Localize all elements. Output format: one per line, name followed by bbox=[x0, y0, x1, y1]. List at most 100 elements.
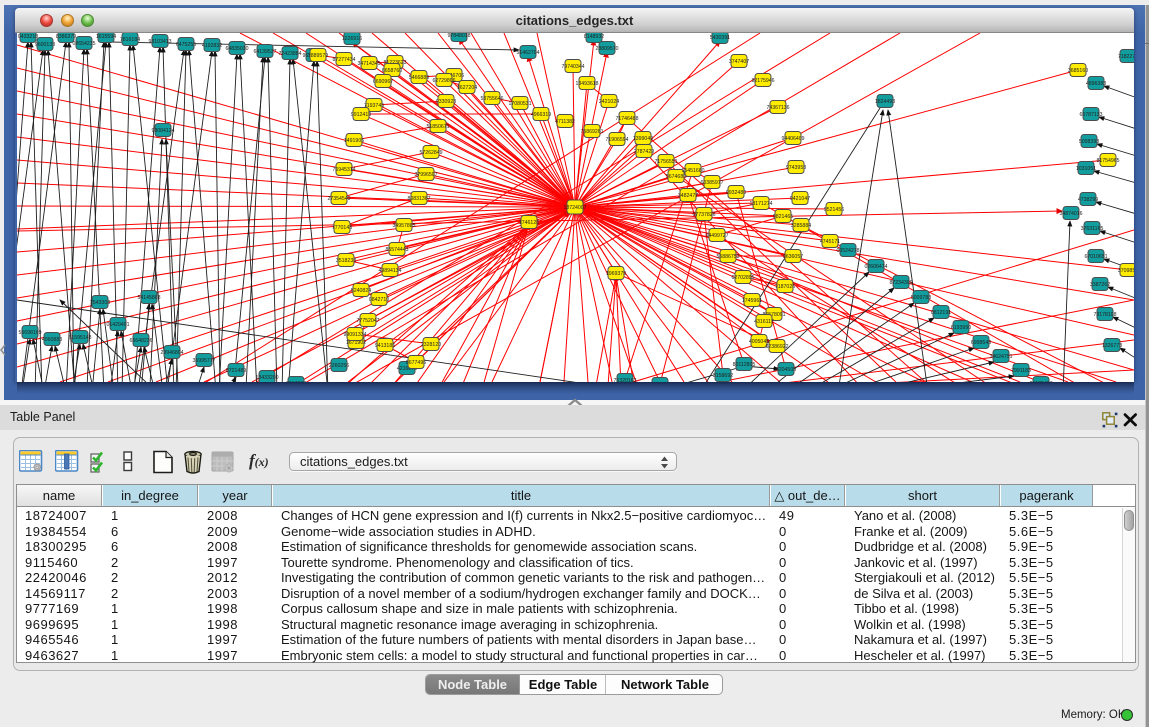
svg-text:98084124: 98084124 bbox=[151, 128, 174, 134]
svg-text:64139537: 64139537 bbox=[253, 49, 276, 55]
svg-text:34714345: 34714345 bbox=[357, 61, 380, 67]
svg-text:6204505: 6204505 bbox=[776, 367, 796, 373]
svg-text:7182278: 7182278 bbox=[1118, 54, 1134, 60]
svg-text:54145868: 54145868 bbox=[137, 295, 160, 301]
svg-text:17080531: 17080531 bbox=[508, 101, 531, 107]
svg-text:62386922: 62386922 bbox=[765, 344, 788, 350]
svg-text:37996507: 37996507 bbox=[414, 172, 437, 178]
svg-text:29946804: 29946804 bbox=[160, 350, 183, 356]
svg-text:04499727: 04499727 bbox=[705, 233, 728, 239]
svg-text:1746120: 1746120 bbox=[519, 220, 539, 226]
svg-text:3747407: 3747407 bbox=[729, 59, 749, 65]
svg-text:34874016: 34874016 bbox=[1059, 211, 1082, 217]
svg-text:2260256: 2260256 bbox=[329, 363, 349, 369]
svg-text:3158692: 3158692 bbox=[713, 373, 733, 379]
svg-text:15451680: 15451680 bbox=[681, 168, 704, 174]
svg-text:51850671: 51850671 bbox=[426, 124, 449, 130]
svg-text:94406409: 94406409 bbox=[781, 136, 804, 142]
svg-text:8721489: 8721489 bbox=[226, 368, 246, 374]
svg-text:75869261: 75869261 bbox=[580, 129, 603, 135]
svg-text:3285884: 3285884 bbox=[791, 223, 811, 229]
svg-text:1491905: 1491905 bbox=[344, 138, 364, 144]
svg-text:62702895: 62702895 bbox=[731, 275, 754, 281]
svg-text:81754965: 81754965 bbox=[1096, 158, 1119, 164]
svg-text:0812191: 0812191 bbox=[931, 310, 951, 316]
svg-text:55698169: 55698169 bbox=[18, 330, 41, 336]
svg-text:64835030: 64835030 bbox=[225, 46, 248, 52]
svg-text:7889579: 7889579 bbox=[308, 53, 328, 59]
svg-text:7991183: 7991183 bbox=[1011, 368, 1031, 374]
svg-text:8386379: 8386379 bbox=[56, 34, 76, 40]
svg-text:80831367: 80831367 bbox=[407, 196, 430, 202]
svg-text:74367136: 74367136 bbox=[766, 105, 789, 111]
svg-text:6690967: 6690967 bbox=[373, 79, 393, 85]
svg-text:34624751: 34624751 bbox=[989, 354, 1012, 360]
svg-text:2328120: 2328120 bbox=[421, 342, 441, 348]
svg-text:02654235: 02654235 bbox=[72, 41, 95, 47]
svg-text:18724007: 18724007 bbox=[563, 205, 586, 211]
svg-text:76945314: 76945314 bbox=[332, 167, 355, 173]
svg-text:6475255: 6475255 bbox=[176, 42, 196, 48]
svg-text:5098393: 5098393 bbox=[1079, 139, 1099, 145]
svg-text:93103413: 93103413 bbox=[148, 39, 171, 45]
svg-text:3482477: 3482477 bbox=[678, 193, 698, 199]
svg-text:71746488: 71746488 bbox=[615, 116, 638, 122]
svg-text:9743953: 9743953 bbox=[786, 165, 806, 171]
svg-text:80112805: 80112805 bbox=[733, 362, 756, 368]
svg-text:1627204: 1627204 bbox=[457, 85, 477, 91]
svg-text:36995777: 36995777 bbox=[192, 358, 215, 364]
svg-text:0842710: 0842710 bbox=[369, 297, 389, 303]
svg-text:79740344: 79740344 bbox=[561, 64, 584, 70]
svg-text:4745171: 4745171 bbox=[820, 239, 840, 245]
svg-text:13433200: 13433200 bbox=[255, 375, 278, 381]
svg-text:57262849: 57262849 bbox=[419, 150, 442, 156]
svg-text:34957885: 34957885 bbox=[392, 223, 415, 229]
svg-text:9912419: 9912419 bbox=[351, 112, 371, 118]
svg-text:5466889: 5466889 bbox=[409, 75, 429, 81]
svg-text:37631165: 37631165 bbox=[1081, 226, 1104, 232]
svg-text:85574443: 85574443 bbox=[385, 247, 408, 253]
svg-text:5240824: 5240824 bbox=[351, 288, 371, 294]
svg-text:6193990: 6193990 bbox=[951, 325, 971, 331]
svg-text:1326773: 1326773 bbox=[1102, 343, 1122, 349]
svg-text:9521456: 9521456 bbox=[824, 207, 844, 213]
svg-text:2421024: 2421024 bbox=[599, 99, 619, 105]
svg-text:4192832: 4192832 bbox=[202, 43, 222, 49]
svg-text:71756551: 71756551 bbox=[654, 159, 677, 165]
svg-text:6658760: 6658760 bbox=[382, 68, 402, 74]
svg-text:9600133: 9600133 bbox=[35, 42, 55, 48]
svg-text:7770143: 7770143 bbox=[332, 225, 352, 231]
svg-text:73178108: 73178108 bbox=[1093, 312, 1116, 318]
svg-text:8148932: 8148932 bbox=[584, 34, 604, 40]
svg-text:3518233: 3518233 bbox=[336, 258, 356, 264]
svg-text:00524278: 00524278 bbox=[836, 248, 859, 254]
svg-text:61595148: 61595148 bbox=[68, 335, 91, 341]
svg-text:4316117: 4316117 bbox=[754, 319, 774, 325]
svg-text:87277434: 87277434 bbox=[332, 57, 355, 63]
svg-text:62729806: 62729806 bbox=[432, 78, 455, 84]
svg-text:1226916: 1226916 bbox=[342, 36, 362, 42]
svg-text:4060883: 4060883 bbox=[42, 337, 62, 343]
svg-text:65787133: 65787133 bbox=[1079, 112, 1102, 118]
svg-text:6998543: 6998543 bbox=[971, 340, 991, 346]
svg-text:3387262: 3387262 bbox=[1090, 282, 1110, 288]
svg-text:9413186: 9413186 bbox=[375, 343, 395, 349]
svg-text:53755646: 53755646 bbox=[480, 96, 503, 102]
svg-text:67010651: 67010651 bbox=[1084, 254, 1107, 260]
svg-text:3709859: 3709859 bbox=[1118, 268, 1134, 274]
svg-text:5009788: 5009788 bbox=[911, 295, 931, 301]
svg-text:13171274: 13171274 bbox=[749, 201, 772, 207]
svg-text:5430391: 5430391 bbox=[710, 35, 730, 41]
svg-text:1031051: 1031051 bbox=[1076, 166, 1096, 172]
svg-text:01429401: 01429401 bbox=[106, 322, 129, 328]
svg-text:71906594: 71906594 bbox=[605, 137, 628, 143]
svg-text:82175946: 82175946 bbox=[751, 78, 774, 84]
svg-text:1615594: 1615594 bbox=[96, 34, 116, 40]
svg-text:87234309: 87234309 bbox=[889, 280, 912, 286]
svg-text:51462704: 51462704 bbox=[516, 50, 539, 56]
svg-text:67737826: 67737826 bbox=[692, 212, 715, 218]
svg-text:9421047: 9421047 bbox=[790, 196, 810, 202]
svg-text:72423884: 72423884 bbox=[278, 51, 301, 57]
svg-text:1969379: 1969379 bbox=[606, 271, 626, 277]
svg-text:4738299: 4738299 bbox=[1078, 197, 1098, 203]
